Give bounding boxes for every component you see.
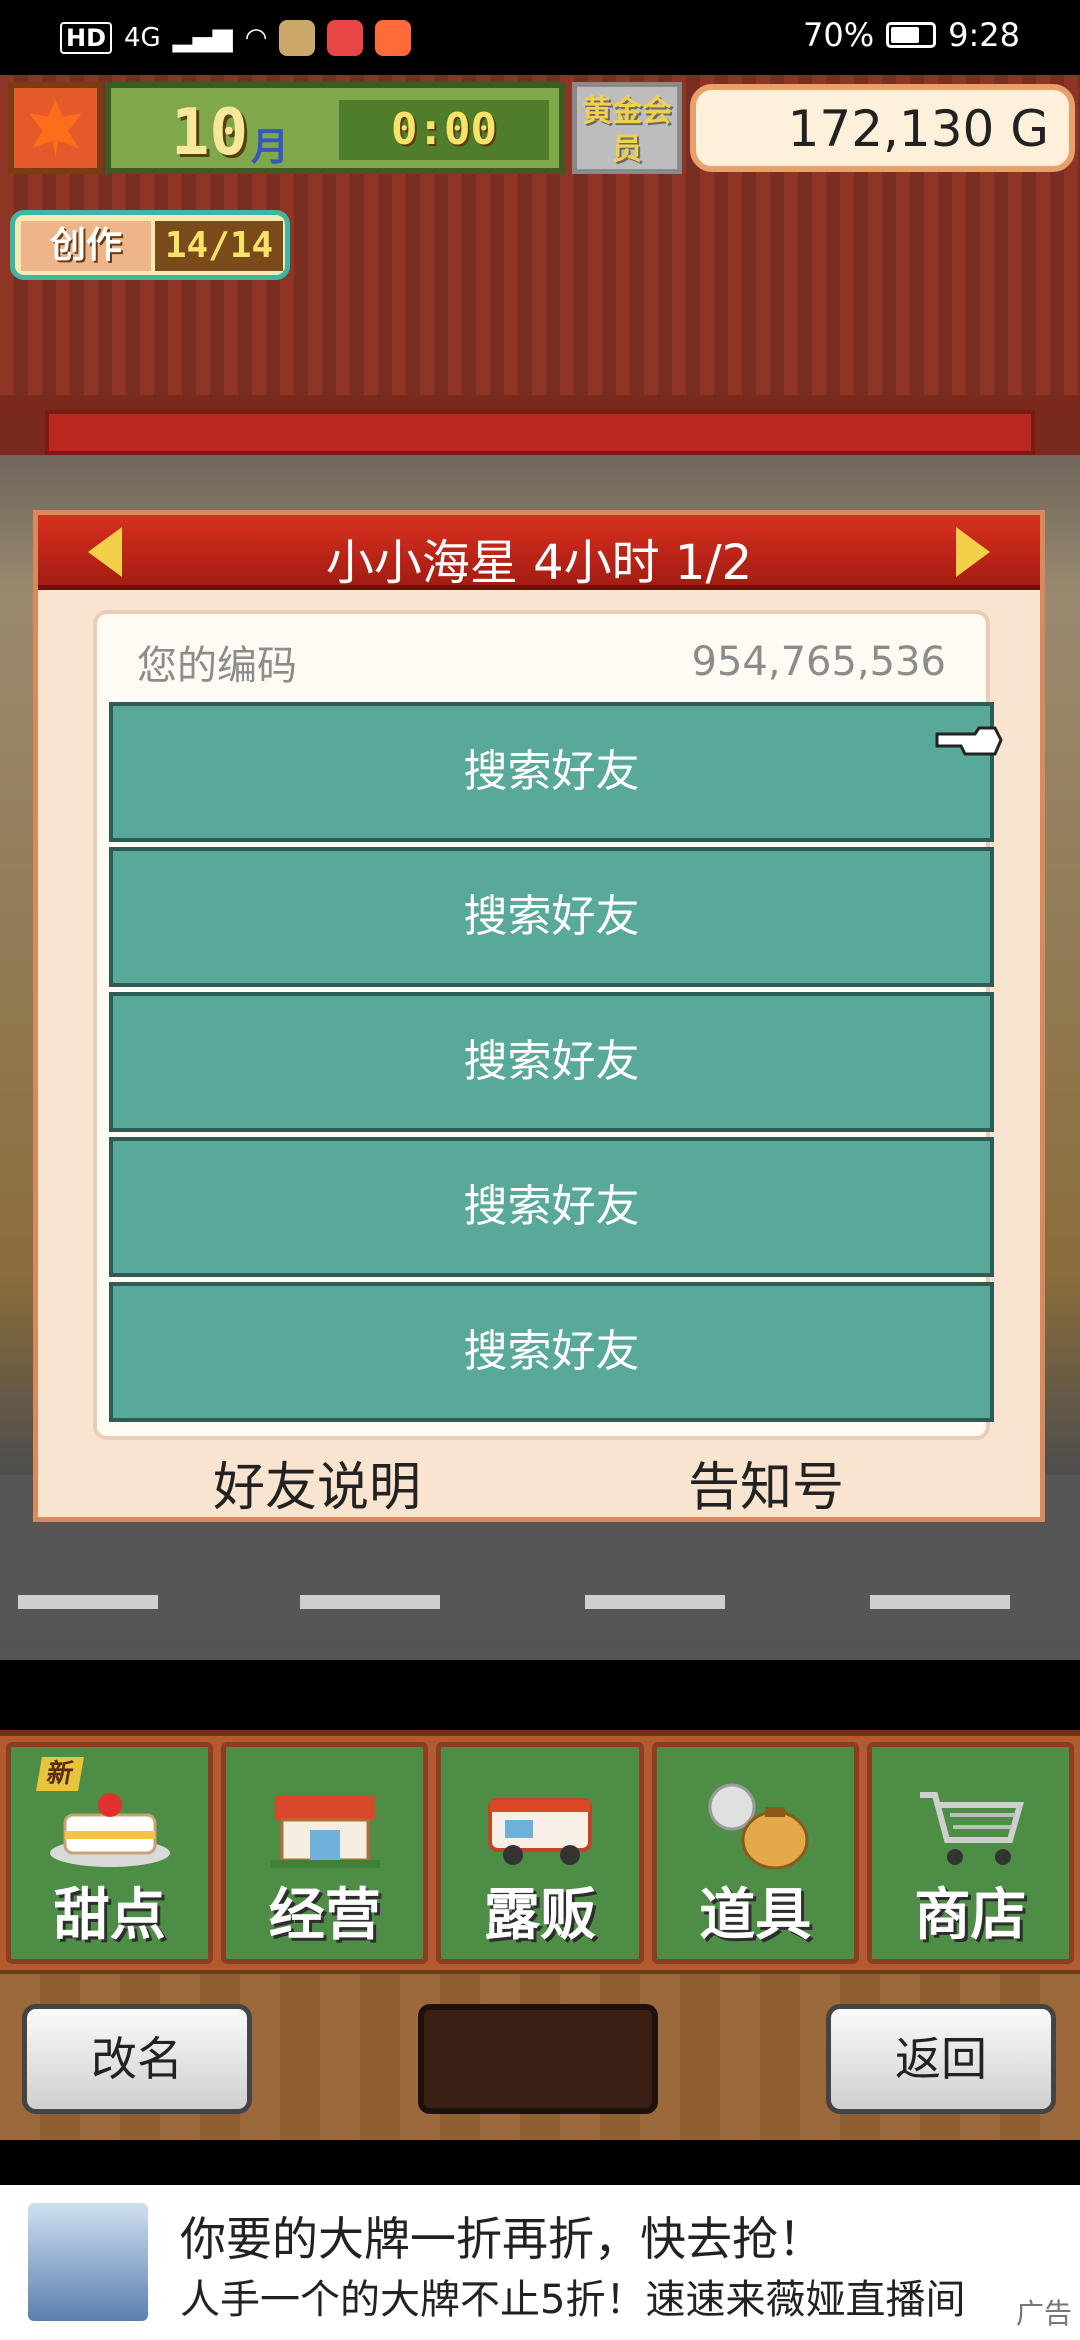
menu-label: 甜点 bbox=[53, 1883, 166, 1948]
status-right: 70% 9:28 bbox=[803, 16, 1020, 54]
street-line bbox=[300, 1595, 440, 1609]
menu-label: 道具 bbox=[699, 1883, 812, 1948]
menu-management[interactable]: 经营 bbox=[221, 1742, 429, 1964]
money-display: 172,130 G bbox=[690, 84, 1075, 172]
search-friend-button[interactable]: 搜索好友 bbox=[109, 992, 994, 1132]
friend-help-button[interactable]: 好友说明 bbox=[213, 1445, 421, 1520]
shopping-cart-icon bbox=[920, 1792, 1025, 1865]
season-button[interactable] bbox=[8, 82, 103, 174]
back-button[interactable]: 返回 bbox=[826, 2004, 1056, 2114]
battery-fill bbox=[891, 27, 920, 43]
next-page-arrow-icon[interactable] bbox=[956, 527, 990, 577]
search-friend-button[interactable]: 搜索好友 bbox=[109, 1137, 994, 1277]
clock: 9:28 bbox=[948, 16, 1020, 54]
status-bar: HD 4G ▂▄▆ ◠ 70% 9:28 bbox=[0, 0, 1080, 75]
date-panel: 10 月 0:00 bbox=[105, 82, 565, 174]
food-truck-icon bbox=[488, 1798, 592, 1865]
search-friend-button[interactable]: 搜索好友 bbox=[109, 702, 994, 842]
create-label: 创作 bbox=[21, 221, 151, 271]
huawei-notification-icon bbox=[327, 20, 364, 56]
code-value: 954,765,536 bbox=[691, 639, 946, 685]
ad-thumbnail bbox=[28, 2203, 148, 2321]
menu-label: 商店 bbox=[914, 1883, 1027, 1948]
wifi-icon: ◠ bbox=[244, 23, 268, 53]
dialog-content: 您的编码 954,765,536 搜索好友 搜索好友 搜索好友 搜索好友 搜索好… bbox=[93, 610, 994, 1440]
menu-items[interactable]: 道具 bbox=[651, 1742, 859, 1964]
shop-awning bbox=[45, 410, 1035, 455]
center-slot bbox=[418, 2004, 658, 2114]
items-bag-icon bbox=[708, 1783, 809, 1870]
shop-icon bbox=[269, 1795, 380, 1868]
street-line bbox=[585, 1595, 725, 1609]
pointer-hand-icon bbox=[935, 726, 1003, 756]
network-label: 4G bbox=[124, 23, 161, 53]
search-friend-button[interactable]: 搜索好友 bbox=[109, 1282, 994, 1422]
dialog-title: 小小海星 4小时 1/2 bbox=[325, 535, 753, 591]
rename-button[interactable]: 改名 bbox=[22, 2004, 252, 2114]
game-clock: 0:00 bbox=[339, 100, 549, 160]
friend-dialog: 小小海星 4小时 1/2 您的编码 954,765,536 搜索好友 搜索好友 … bbox=[33, 510, 1045, 1522]
menu-label: 经营 bbox=[268, 1883, 381, 1948]
maple-leaf-icon bbox=[29, 99, 82, 157]
menu-store[interactable]: 商店 bbox=[866, 1742, 1075, 1964]
code-row: 您的编码 954,765,536 bbox=[137, 632, 946, 692]
month-value: 10 bbox=[171, 96, 249, 170]
status-left: HD 4G ▂▄▆ ◠ bbox=[60, 20, 412, 56]
battery-icon bbox=[886, 22, 937, 48]
fitness-notification-icon bbox=[375, 20, 412, 56]
search-friend-button[interactable]: 搜索好友 bbox=[109, 847, 994, 987]
create-count: 14/14 bbox=[155, 221, 283, 271]
ad-headline: 你要的大牌一折再折，快去抢！ bbox=[180, 2212, 824, 2266]
hd-icon: HD bbox=[60, 22, 113, 54]
app-notification-icon bbox=[279, 20, 316, 56]
gold-member-badge[interactable]: 黄金会员 bbox=[572, 82, 682, 174]
street-line bbox=[18, 1595, 158, 1609]
bottom-panel: 改名 返回 bbox=[0, 1970, 1080, 2140]
create-counter[interactable]: 创作 14/14 bbox=[10, 210, 290, 280]
signal-icon: ▂▄▆ bbox=[172, 23, 233, 53]
menu-desserts[interactable]: 新 甜点 bbox=[6, 1742, 214, 1964]
dialog-header: 小小海星 4小时 1/2 bbox=[38, 515, 1040, 591]
month-label: 月 bbox=[251, 125, 290, 169]
notice-code-button[interactable]: 告知号 bbox=[688, 1445, 844, 1520]
ad-subline: 人手一个的大牌不止5折！速速来薇娅直播间 bbox=[180, 2277, 966, 2323]
battery-percent: 70% bbox=[803, 16, 875, 54]
menu-label: 露贩 bbox=[484, 1883, 596, 1948]
main-menu: 新 甜点 经营 露贩 道具 商店 bbox=[0, 1730, 1080, 1970]
dialog-footer: 好友说明 告知号 bbox=[38, 1440, 1040, 1518]
ad-tag: 广告 bbox=[1015, 2297, 1072, 2330]
code-label: 您的编码 bbox=[137, 643, 297, 689]
cake-icon bbox=[49, 1793, 170, 1867]
friend-list: 搜索好友 搜索好友 搜索好友 搜索好友 搜索好友 bbox=[109, 702, 994, 1427]
menu-food-truck[interactable]: 露贩 bbox=[436, 1742, 644, 1964]
ad-banner[interactable]: 你要的大牌一折再折，快去抢！ 人手一个的大牌不止5折！速速来薇娅直播间 广告 bbox=[0, 2185, 1080, 2340]
street-line bbox=[870, 1595, 1010, 1609]
